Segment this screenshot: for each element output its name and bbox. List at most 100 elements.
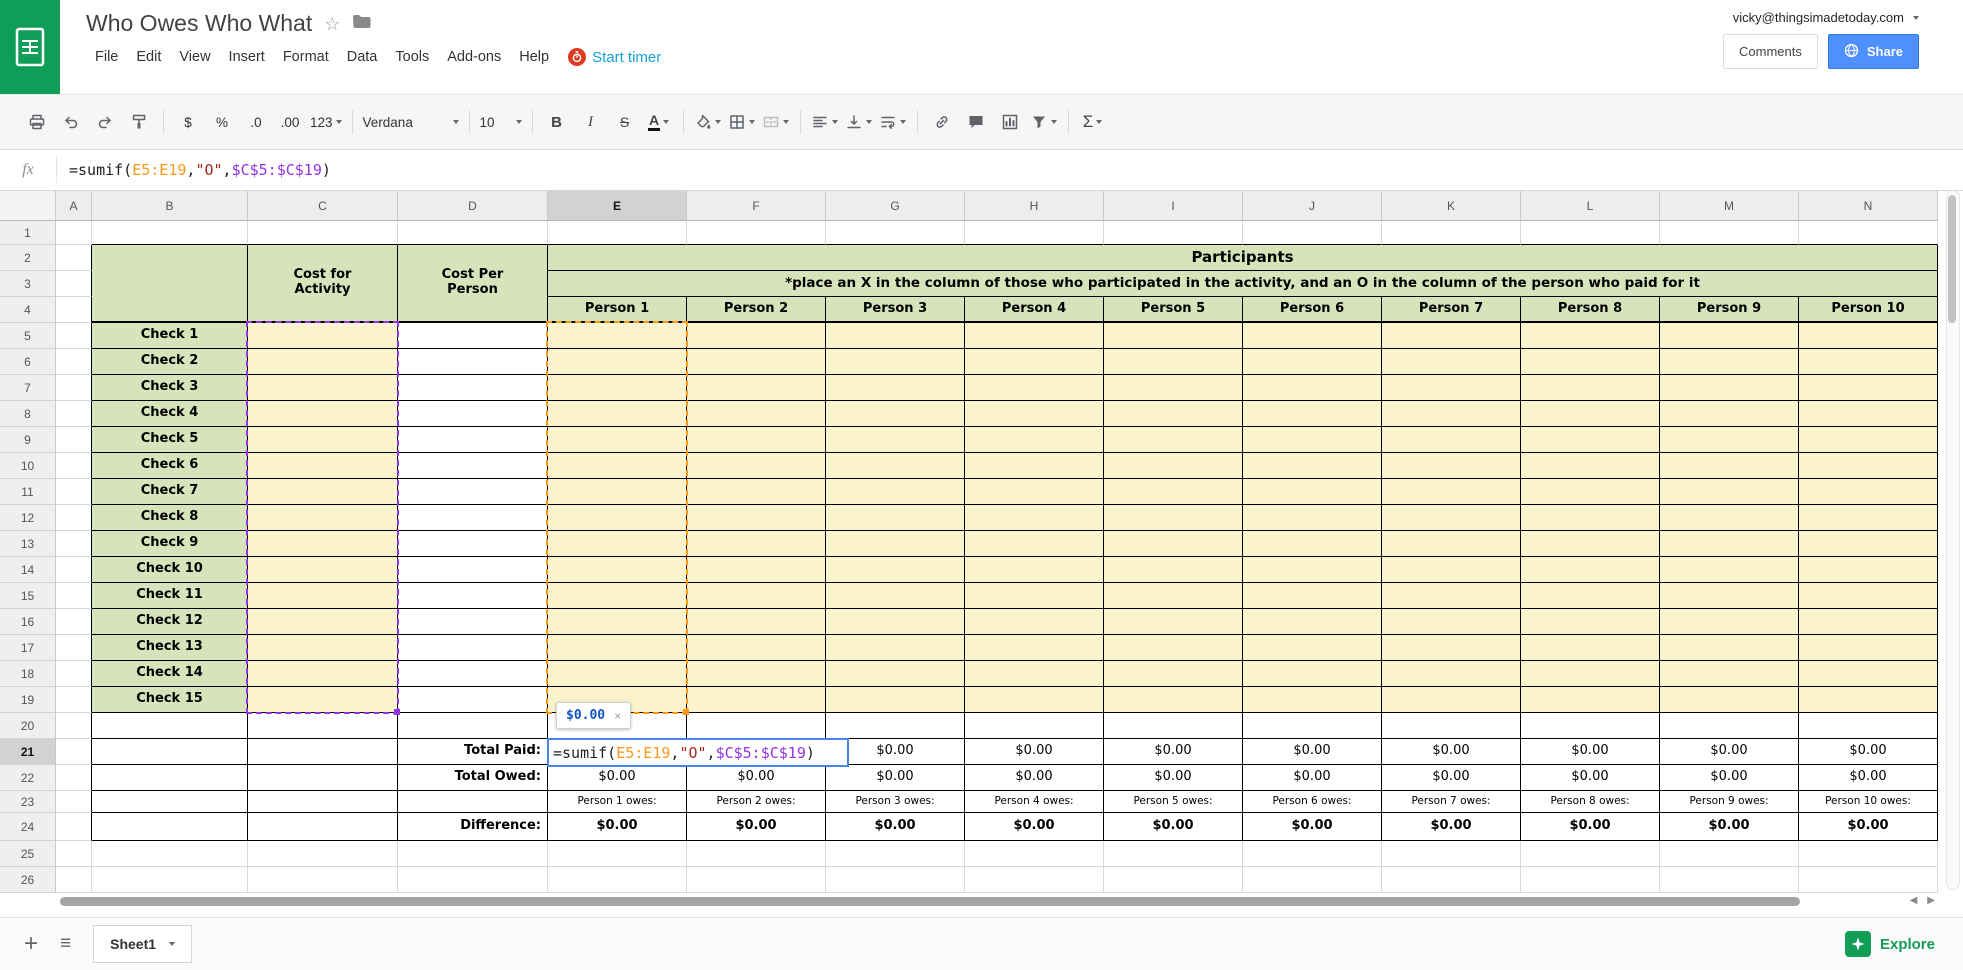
- grid-cell-C10[interactable]: [248, 453, 398, 479]
- grid-cell-N16[interactable]: [1799, 609, 1938, 635]
- grid-cell-G19[interactable]: [826, 687, 965, 713]
- grid-cell-H18[interactable]: [965, 661, 1104, 687]
- horizontal-align-icon[interactable]: [808, 106, 842, 138]
- grid-cell-H10[interactable]: [965, 453, 1104, 479]
- grid-cell-G5[interactable]: [826, 323, 965, 349]
- grid-cell-C17[interactable]: [248, 635, 398, 661]
- grid-cell-L7[interactable]: [1521, 375, 1660, 401]
- grid-cell-M13[interactable]: [1660, 531, 1799, 557]
- grid-cell-N1[interactable]: [1799, 221, 1938, 245]
- row-header-1[interactable]: 1: [0, 221, 56, 245]
- grid-cell-M17[interactable]: [1660, 635, 1799, 661]
- grid-cell-H26[interactable]: [965, 867, 1104, 893]
- grid-cell-L13[interactable]: [1521, 531, 1660, 557]
- grid-cell-H6[interactable]: [965, 349, 1104, 375]
- grid-cell-A15[interactable]: [56, 583, 92, 609]
- row-header-12[interactable]: 12: [0, 505, 56, 531]
- grid-cell-G9[interactable]: [826, 427, 965, 453]
- more-formats-button[interactable]: 123: [307, 106, 345, 138]
- grid-cell-M18[interactable]: [1660, 661, 1799, 687]
- grid-cell-C7[interactable]: [248, 375, 398, 401]
- grid-cell-H12[interactable]: [965, 505, 1104, 531]
- row-header-9[interactable]: 9: [0, 427, 56, 453]
- grid-cell-M14[interactable]: [1660, 557, 1799, 583]
- row-header-18[interactable]: 18: [0, 661, 56, 687]
- grid-cell-H5[interactable]: [965, 323, 1104, 349]
- folder-icon[interactable]: [352, 14, 371, 34]
- grid-cell-D7[interactable]: [398, 375, 548, 401]
- row-header-3[interactable]: 3: [0, 271, 56, 297]
- cell-E3[interactable]: *place an X in the column of those who p…: [548, 271, 1938, 297]
- grid-cell-D13[interactable]: [398, 531, 548, 557]
- cell-F23[interactable]: Person 2 owes:: [687, 791, 826, 813]
- decrease-decimals-icon[interactable]: .0: [239, 106, 273, 138]
- grid-cell-I11[interactable]: [1104, 479, 1243, 505]
- grid-cell-A18[interactable]: [56, 661, 92, 687]
- grid-cell-F11[interactable]: [687, 479, 826, 505]
- grid-cell-B1[interactable]: [92, 221, 248, 245]
- grid-cell-A6[interactable]: [56, 349, 92, 375]
- redo-icon[interactable]: [88, 106, 122, 138]
- grid-cell-F7[interactable]: [687, 375, 826, 401]
- filter-icon[interactable]: [1027, 106, 1061, 138]
- grid-cell-J13[interactable]: [1243, 531, 1382, 557]
- grid-cell-L19[interactable]: [1521, 687, 1660, 713]
- spreadsheet-grid[interactable]: =sumif(E5:E19, "O", $C$5:$C$19) $0.00 × AB…: [0, 191, 1938, 893]
- menu-item-tools[interactable]: Tools: [386, 46, 438, 68]
- cell-G4[interactable]: Person 3: [826, 297, 965, 323]
- grid-cell-D16[interactable]: [398, 609, 548, 635]
- grid-cell-E6[interactable]: [548, 349, 687, 375]
- cell-B2[interactable]: [92, 245, 248, 323]
- row-header-16[interactable]: 16: [0, 609, 56, 635]
- row-header-19[interactable]: 19: [0, 687, 56, 713]
- grid-cell-E8[interactable]: [548, 401, 687, 427]
- grid-cell-G10[interactable]: [826, 453, 965, 479]
- cell-K24[interactable]: $0.00: [1382, 813, 1521, 841]
- grid-cell-H9[interactable]: [965, 427, 1104, 453]
- grid-cell-I14[interactable]: [1104, 557, 1243, 583]
- column-header-C[interactable]: C: [248, 191, 398, 221]
- grid-cell-D25[interactable]: [398, 841, 548, 867]
- row-header-20[interactable]: 20: [0, 713, 56, 739]
- tooltip-close-icon[interactable]: ×: [614, 709, 621, 723]
- cell-K23[interactable]: Person 7 owes:: [1382, 791, 1521, 813]
- grid-cell-A22[interactable]: [56, 765, 92, 791]
- grid-cell-L20[interactable]: [1521, 713, 1660, 739]
- cell-K4[interactable]: Person 7: [1382, 297, 1521, 323]
- grid-cell-B22[interactable]: [92, 765, 248, 791]
- grid-cell-D11[interactable]: [398, 479, 548, 505]
- grid-cell-H19[interactable]: [965, 687, 1104, 713]
- grid-cell-D10[interactable]: [398, 453, 548, 479]
- grid-cell-D20[interactable]: [398, 713, 548, 739]
- column-header-N[interactable]: N: [1799, 191, 1938, 221]
- row-header-26[interactable]: 26: [0, 867, 56, 893]
- grid-cell-E14[interactable]: [548, 557, 687, 583]
- sheet-tab[interactable]: Sheet1: [93, 925, 193, 963]
- cell-F24[interactable]: $0.00: [687, 813, 826, 841]
- grid-cell-L6[interactable]: [1521, 349, 1660, 375]
- grid-cell-L11[interactable]: [1521, 479, 1660, 505]
- cell-I24[interactable]: $0.00: [1104, 813, 1243, 841]
- grid-cell-K12[interactable]: [1382, 505, 1521, 531]
- grid-cell-M12[interactable]: [1660, 505, 1799, 531]
- star-icon[interactable]: ☆: [324, 15, 340, 33]
- cell-B19[interactable]: Check 15: [92, 687, 248, 713]
- cell-K21[interactable]: $0.00: [1382, 739, 1521, 765]
- cell-L23[interactable]: Person 8 owes:: [1521, 791, 1660, 813]
- grid-cell-J25[interactable]: [1243, 841, 1382, 867]
- grid-cell-D18[interactable]: [398, 661, 548, 687]
- grid-cell-J18[interactable]: [1243, 661, 1382, 687]
- grid-cell-K18[interactable]: [1382, 661, 1521, 687]
- vertical-scrollbar-thumb[interactable]: [1948, 195, 1956, 323]
- cell-D24[interactable]: Difference:: [398, 813, 548, 841]
- grid-cell-M9[interactable]: [1660, 427, 1799, 453]
- grid-cell-C8[interactable]: [248, 401, 398, 427]
- grid-cell-H15[interactable]: [965, 583, 1104, 609]
- grid-cell-A21[interactable]: [56, 739, 92, 765]
- grid-cell-A8[interactable]: [56, 401, 92, 427]
- grid-cell-F8[interactable]: [687, 401, 826, 427]
- grid-cell-J17[interactable]: [1243, 635, 1382, 661]
- grid-cell-K1[interactable]: [1382, 221, 1521, 245]
- row-header-13[interactable]: 13: [0, 531, 56, 557]
- select-all-corner[interactable]: [0, 191, 56, 221]
